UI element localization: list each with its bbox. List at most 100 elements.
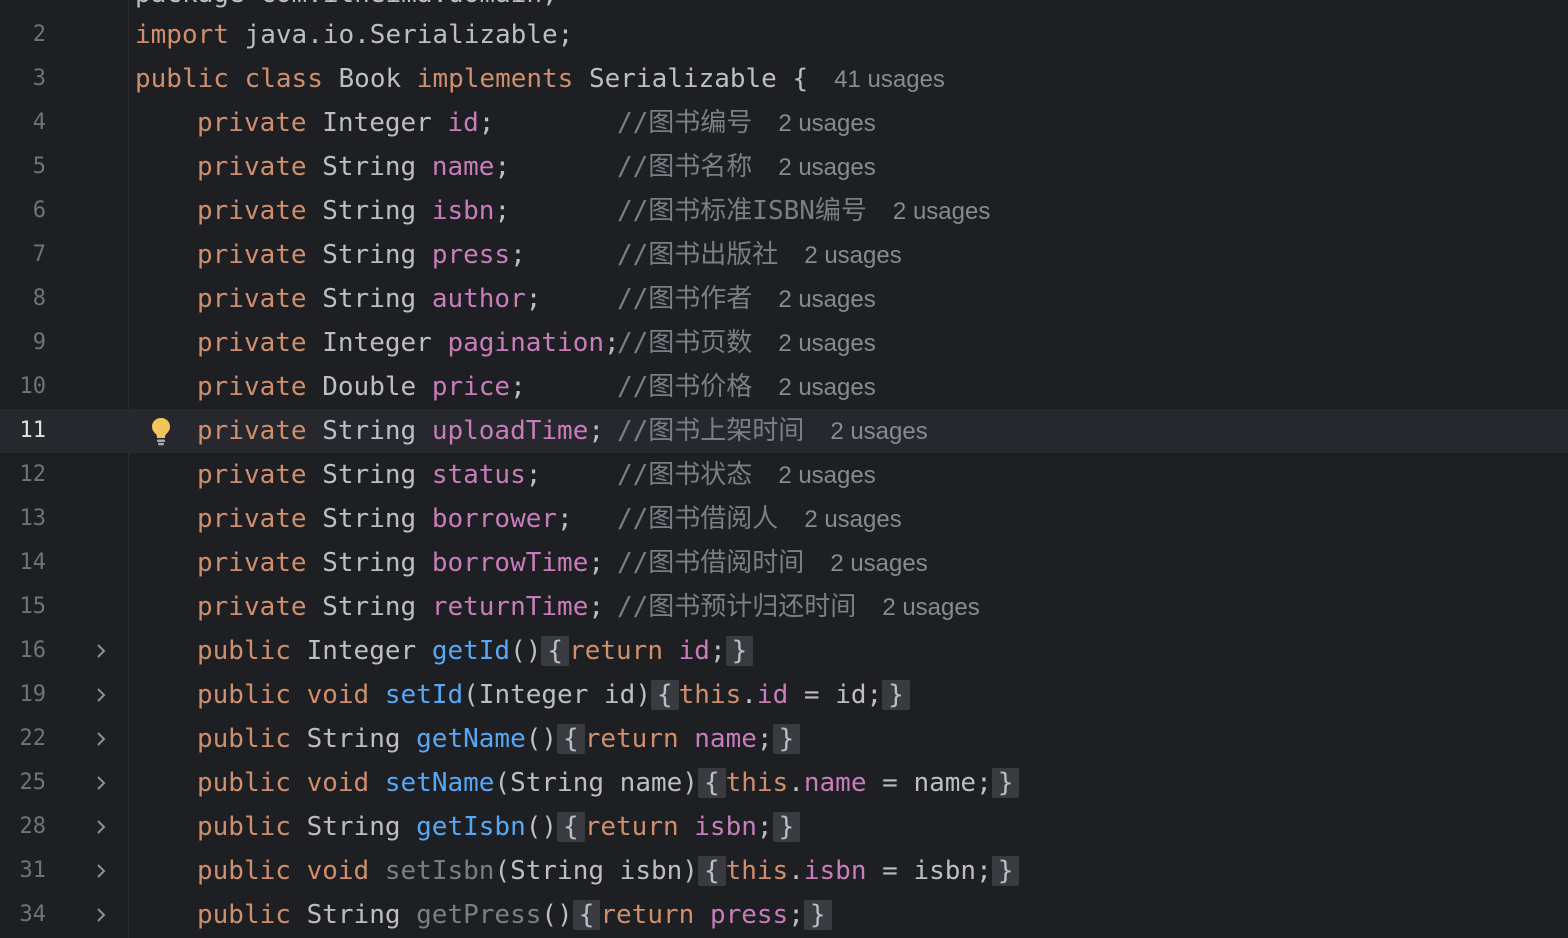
code-line-34[interactable]: 34 public String getPress(){return press;… [0, 893, 1568, 937]
folded-brace-close[interactable]: } [991, 856, 1020, 886]
code-line-10[interactable]: 10 private Double price; //图书价格 2 usages [0, 365, 1568, 409]
line-number[interactable]: 34 [0, 902, 47, 928]
code-line-25[interactable]: 25 public void setName(String name){this.… [0, 761, 1568, 805]
line-number[interactable]: 25 [0, 770, 47, 796]
usages-hint[interactable]: 2 usages [778, 374, 875, 401]
method-name[interactable]: getIsbn [416, 812, 526, 842]
usages-hint[interactable]: 2 usages [778, 286, 875, 313]
code-line-3[interactable]: 3 public class Book implements Serializa… [0, 57, 1568, 101]
code-line-9[interactable]: 9 private Integer pagination;//图书页数 2 usag… [0, 321, 1568, 365]
line-number[interactable]: 7 [0, 242, 46, 268]
semicolon: ; [756, 812, 773, 842]
code-line-13[interactable]: 13 private String borrower; //图书借阅人 2 usag… [0, 497, 1568, 541]
chevron-right-icon[interactable] [92, 774, 110, 792]
folded-brace-close[interactable]: } [803, 900, 832, 930]
lightbulb-icon[interactable] [148, 415, 174, 447]
code-line-11[interactable]: 11 private String uploadTime; //图书上架时间 2 u… [0, 409, 1568, 453]
folded-brace-close[interactable]: } [991, 768, 1020, 798]
comment-column: //图书借阅时间 2 usages [617, 541, 928, 585]
line-number[interactable]: 5 [0, 154, 46, 180]
usages-hint[interactable]: 2 usages [778, 330, 875, 357]
line-number[interactable]: 11 [0, 418, 47, 444]
code-line-28[interactable]: 28 public String getIsbn(){return isbn;} [0, 805, 1568, 849]
code-line-5[interactable]: 5 private String name; //图书名称 2 usages [0, 145, 1568, 189]
code-line-14[interactable]: 14 private String borrowTime; //图书借阅时间 2 u… [0, 541, 1568, 585]
line-number[interactable]: 12 [0, 462, 47, 488]
usages-hint[interactable]: 2 usages [778, 110, 875, 137]
line-number[interactable]: 10 [0, 374, 47, 400]
line-number[interactable]: 22 [0, 726, 47, 752]
folded-brace-close[interactable]: } [882, 680, 910, 710]
semicolon: ; [510, 372, 620, 402]
code-line-16[interactable]: 16 public Integer getId(){return id;} [0, 629, 1568, 673]
code-line-31[interactable]: 31 public void setIsbn(String isbn){this.… [0, 849, 1568, 893]
code-line-12[interactable]: 12 private String status; //图书状态 2 usages [0, 453, 1568, 497]
folded-brace-open[interactable]: { [541, 636, 570, 666]
usages-hint[interactable]: 2 usages [882, 594, 979, 621]
line-number[interactable]: 31 [0, 858, 47, 884]
chevron-right-icon[interactable] [92, 686, 110, 704]
method-name[interactable]: setId [385, 680, 463, 710]
code-line-6[interactable]: 6 private String isbn; //图书标准ISBN编号 2 usag… [0, 189, 1568, 233]
line-number[interactable]: 3 [0, 66, 46, 92]
method-name[interactable]: getName [416, 724, 526, 754]
code-text: private String name; [197, 145, 620, 189]
code-line-22[interactable]: 22 public String getName(){return name;} [0, 717, 1568, 761]
folded-brace-open[interactable]: { [557, 812, 585, 842]
line-number[interactable]: 2 [0, 22, 46, 48]
line-number[interactable]: 6 [0, 198, 46, 224]
keyword: this [725, 768, 789, 798]
code-line-8[interactable]: 8 private String author; //图书作者 2 usages [0, 277, 1568, 321]
code-editor[interactable]: package com.itheima.domain; 2 import jav… [0, 0, 1568, 938]
chevron-right-icon[interactable] [92, 642, 110, 660]
method-name[interactable]: getId [432, 636, 510, 666]
line-number[interactable]: 8 [0, 286, 46, 312]
folded-brace-close[interactable]: } [772, 812, 801, 842]
line-number[interactable]: 4 [0, 110, 46, 136]
usages-hint[interactable]: 2 usages [778, 462, 875, 489]
comment-column: //图书页数 2 usages [617, 321, 876, 365]
folded-brace-open[interactable]: { [557, 724, 585, 754]
method-name[interactable]: setName [385, 768, 495, 798]
folded-brace-open[interactable]: { [697, 856, 726, 886]
folded-brace-open[interactable]: { [572, 900, 601, 930]
method-name[interactable]: getPress [416, 900, 541, 930]
line-number[interactable]: 19 [0, 682, 47, 708]
comment: //图书出版社 [617, 240, 779, 270]
usages-hint[interactable]: 41 usages [834, 66, 945, 93]
line-number[interactable]: 15 [0, 594, 47, 620]
folded-brace-open[interactable]: { [650, 680, 679, 710]
keyword: public [197, 636, 291, 666]
field-name: isbn [431, 196, 495, 226]
usages-hint[interactable]: 2 usages [893, 198, 990, 225]
code-line-2[interactable]: 2 import java.io.Serializable; [0, 13, 1568, 57]
chevron-right-icon[interactable] [92, 906, 110, 924]
keyword: this [725, 856, 789, 886]
code-line-7[interactable]: 7 private String press; //图书出版社 2 usages [0, 233, 1568, 277]
line-number[interactable]: 16 [0, 638, 47, 664]
folded-brace-close[interactable]: } [725, 636, 754, 666]
folded-brace-close[interactable]: } [772, 724, 801, 754]
usages-hint[interactable]: 2 usages [778, 154, 875, 181]
usages-hint[interactable]: 2 usages [804, 242, 901, 269]
usages-hint[interactable]: 2 usages [830, 418, 927, 445]
usages-hint[interactable]: 2 usages [804, 506, 901, 533]
folded-brace-open[interactable]: { [697, 768, 726, 798]
keyword: public [197, 856, 291, 886]
chevron-right-icon[interactable] [92, 818, 110, 836]
comment: //图书作者 [617, 284, 753, 314]
line-number[interactable]: 14 [0, 550, 47, 576]
chevron-right-icon[interactable] [92, 730, 110, 748]
assignment: = name; [866, 768, 992, 798]
code-line-15[interactable]: 15 private String returnTime; //图书预计归还时间 2… [0, 585, 1568, 629]
code-line-4[interactable]: 4 private Integer id; //图书编号 2 usages [0, 101, 1568, 145]
method-name[interactable]: setIsbn [385, 856, 495, 886]
chevron-right-icon[interactable] [92, 862, 110, 880]
usages-hint[interactable]: 2 usages [830, 550, 927, 577]
code-line-19[interactable]: 19 public void setId(Integer id){this.id … [0, 673, 1568, 717]
line-number[interactable]: 9 [0, 330, 46, 356]
line-number[interactable]: 28 [0, 814, 47, 840]
line-number[interactable]: 13 [0, 506, 47, 532]
